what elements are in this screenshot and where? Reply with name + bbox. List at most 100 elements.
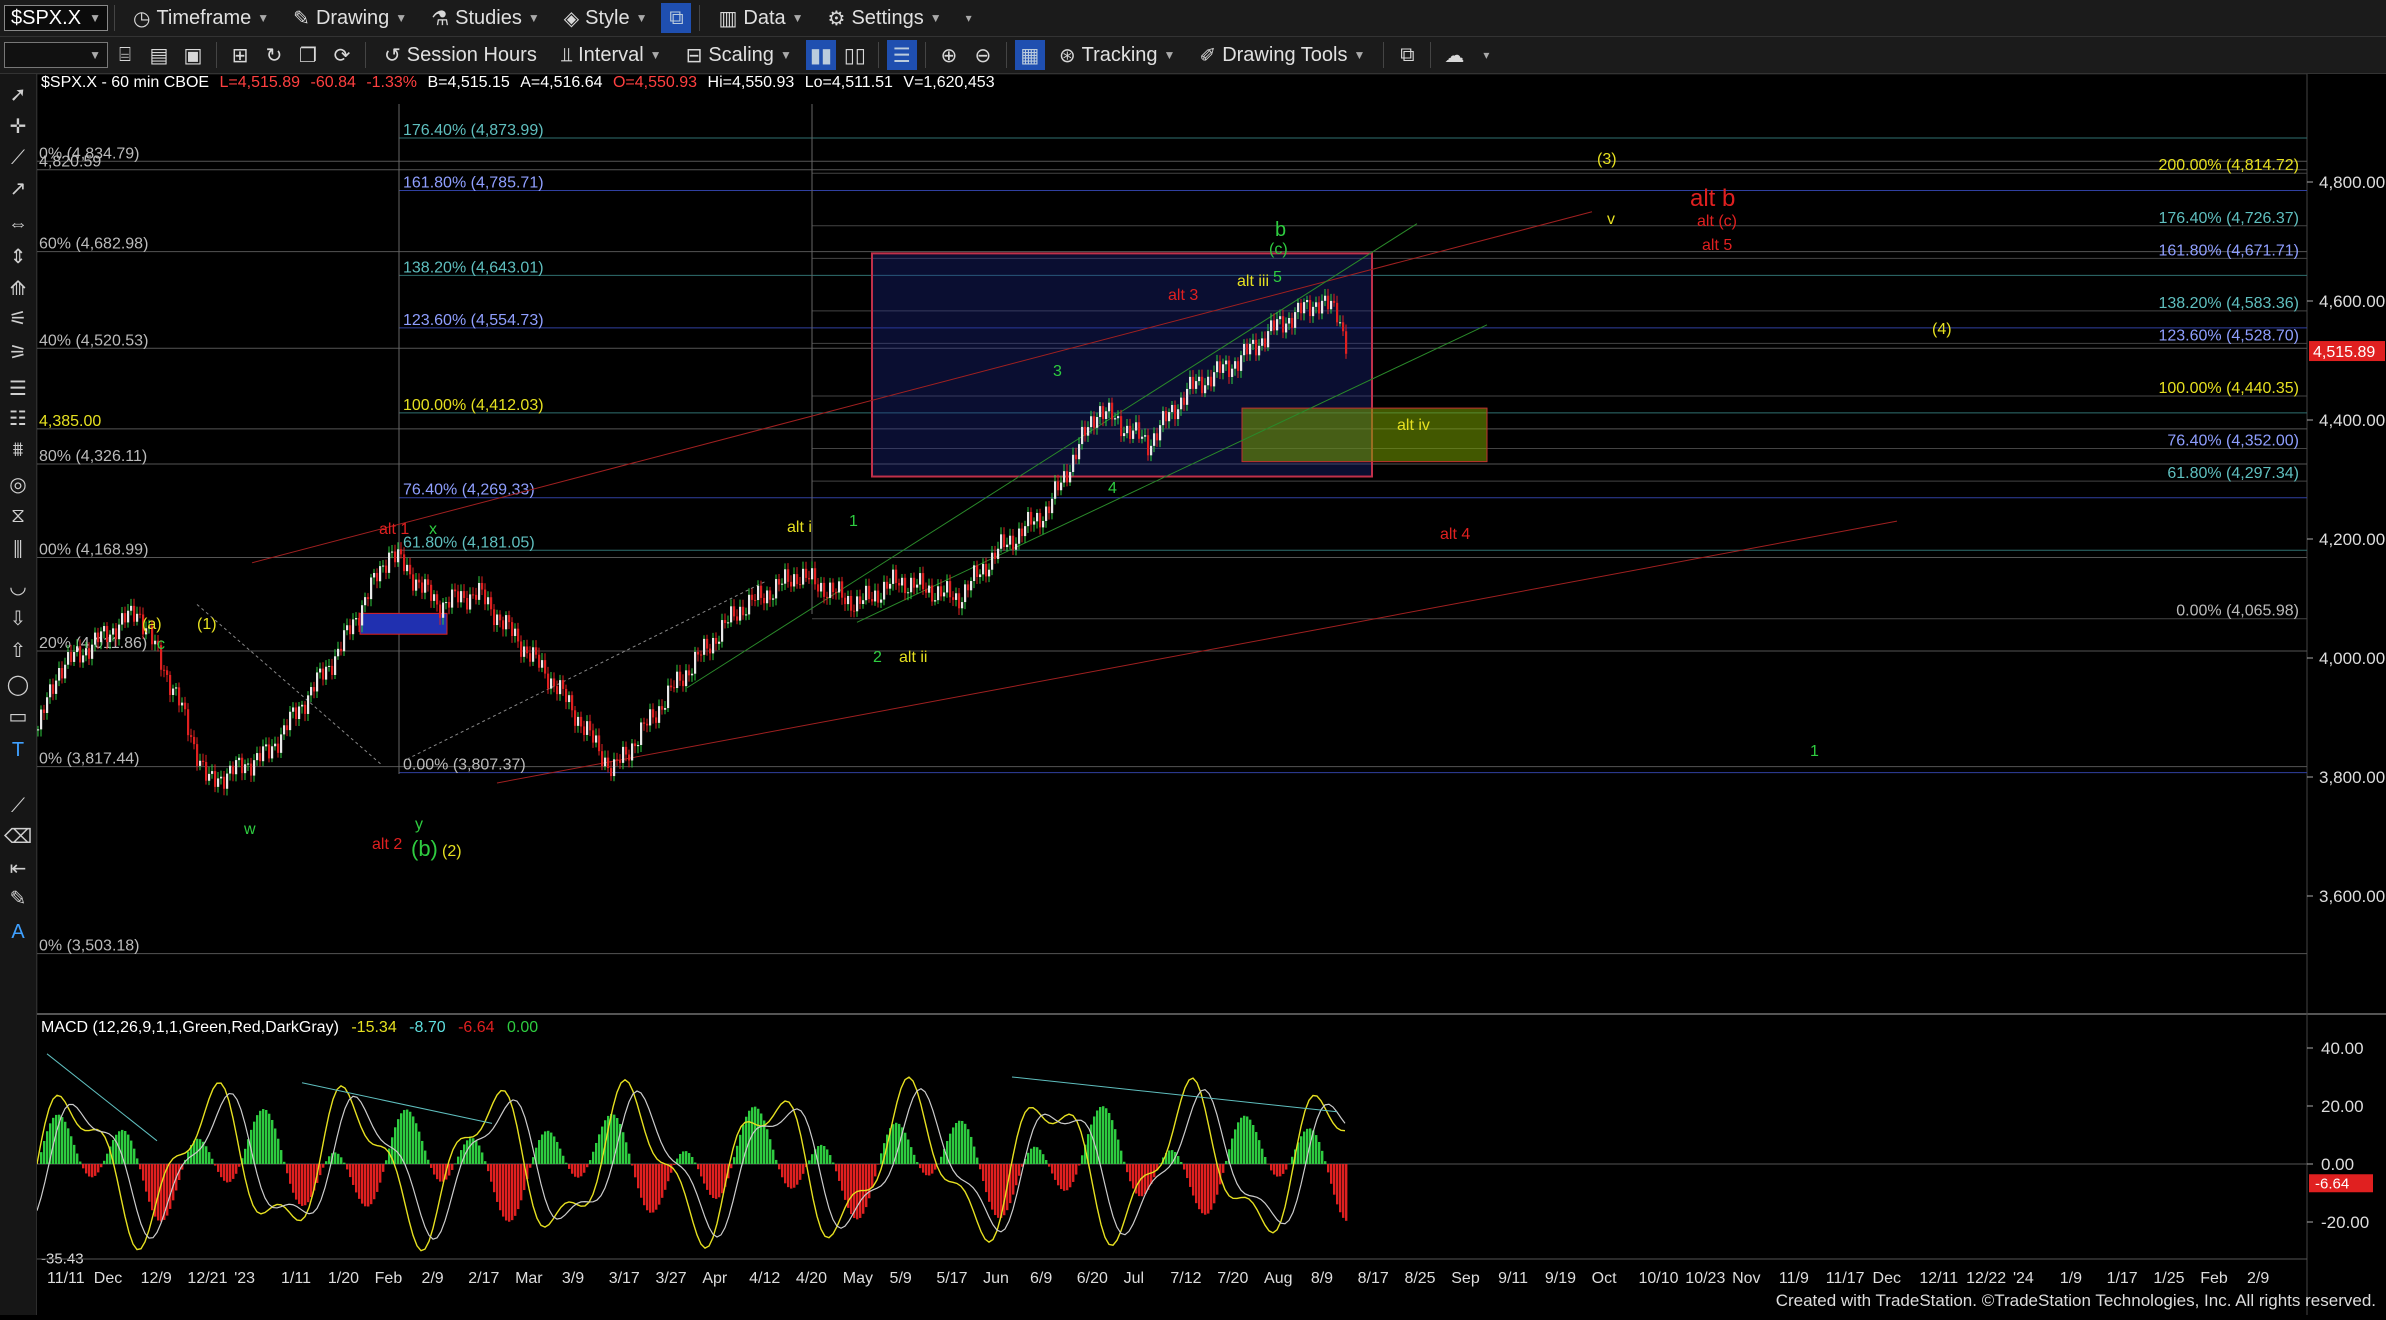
chart-type-icon[interactable]: ⧉ (661, 3, 691, 33)
drawing-menu[interactable]: ✎Drawing▼ (281, 0, 419, 36)
bar-icon[interactable]: ▯▯ (840, 40, 870, 70)
print-icon[interactable]: ▣ (178, 40, 208, 70)
fib-label: 123.60% (4,554.73) (403, 312, 544, 329)
channel-icon[interactable]: ⟰ (3, 274, 33, 302)
up-arrow-icon[interactable]: ⇧ (3, 636, 33, 664)
macd-histogram-bar (1261, 1149, 1263, 1164)
drawing-tools-menu[interactable]: ✐Drawing Tools▼ (1187, 37, 1377, 73)
grid-icon[interactable]: ▦ (1015, 40, 1045, 70)
candle-body (640, 722, 642, 745)
candle-body (166, 670, 168, 675)
text-color-icon[interactable]: A (3, 918, 33, 946)
insert-study-icon[interactable]: ⧉ (1392, 40, 1422, 70)
fib-time-icon[interactable]: ☷ (3, 404, 33, 432)
macd-histogram-bar (430, 1164, 432, 1168)
symbol-input[interactable]: $SPX.X ▼ (4, 5, 108, 31)
vertical-line-icon[interactable]: ⇕ (3, 242, 33, 270)
candle-body (1258, 346, 1260, 356)
macd-histogram-bar (115, 1135, 117, 1164)
time-axis-label: '24 (2013, 1270, 2034, 1287)
chat-icon[interactable]: ☁ (1439, 40, 1469, 70)
macd-histogram-bar (808, 1160, 810, 1164)
candle-body (748, 595, 750, 615)
wave-label: w (243, 821, 256, 838)
settings-menu[interactable]: ⚙Settings▼ (816, 0, 954, 36)
candle-body (223, 777, 225, 789)
regression-icon[interactable]: ⫼ (3, 536, 33, 564)
guide-line (197, 604, 382, 765)
candle-icon[interactable]: ▮▮ (806, 40, 836, 70)
macd-histogram-bar (415, 1123, 417, 1164)
data-menu[interactable]: ▥Data▼ (706, 0, 815, 36)
cycle-icon[interactable]: ⧖ (3, 502, 33, 530)
more-menu[interactable]: ▾ (1471, 37, 1501, 73)
text-tool-icon[interactable]: T (3, 736, 33, 764)
link-icon[interactable]: ⌸ (110, 40, 140, 70)
macd-histogram-bar (67, 1128, 69, 1164)
pointer-icon[interactable]: ➚ (3, 80, 33, 108)
fibonacci-icon[interactable]: ⚟ (3, 304, 33, 332)
macd-histogram-bar (871, 1164, 873, 1188)
studies-menu[interactable]: ⚗Studies▼ (419, 0, 552, 36)
ellipse-icon[interactable]: ◯ (3, 670, 33, 698)
macd-histogram-bar (1168, 1150, 1170, 1164)
candle-body (1321, 301, 1323, 314)
session-hours-menu[interactable]: ↺Session Hours (372, 37, 549, 73)
candle-body (289, 712, 291, 730)
macd-histogram-bar (1120, 1151, 1122, 1164)
macd-histogram-bar (1285, 1164, 1287, 1170)
palette-icon: ◈ (564, 6, 579, 31)
speed-lines-icon[interactable]: ⩩ (3, 436, 33, 464)
macd-histogram-bar (1051, 1164, 1053, 1174)
reload-icon[interactable]: ⟳ (327, 40, 357, 70)
analysis-icon[interactable]: ⊞ (225, 40, 255, 70)
ray-icon[interactable]: ↗ (3, 174, 33, 202)
style-menu[interactable]: ◈Style▼ (552, 0, 660, 36)
interval-menu[interactable]: ⫫Interval▼ (549, 37, 674, 73)
candle-body (1183, 398, 1185, 405)
trendline-icon[interactable]: ⟋ (3, 144, 33, 172)
paint-icon[interactable]: ✎ (3, 884, 33, 912)
candle-body (631, 743, 633, 760)
candle-body (415, 580, 417, 591)
time-axis-label: 12/11 (1919, 1270, 1958, 1287)
chart-area[interactable]: 4,800.004,600.004,400.004,200.004,000.00… (37, 74, 2386, 1315)
macd-histogram-bar (97, 1164, 99, 1172)
gann-icon[interactable]: ◎ (3, 470, 33, 498)
rectangle-icon[interactable]: ▭ (3, 702, 33, 730)
down-arrow-icon[interactable]: ⇩ (3, 604, 33, 632)
chart-canvas[interactable]: 4,800.004,600.004,400.004,200.004,000.00… (37, 74, 2386, 1315)
more-menu[interactable]: ▾ (954, 0, 984, 36)
zoom-out-icon[interactable]: ⊖ (968, 40, 998, 70)
compare-icon[interactable]: ☰ (887, 40, 917, 70)
candle-body (871, 599, 873, 601)
macd-histogram-bar (1258, 1140, 1260, 1164)
wave-label: (4) (1932, 321, 1952, 338)
candle-body (1270, 320, 1272, 331)
refresh-icon[interactable]: ↻ (259, 40, 289, 70)
zoom-in-icon[interactable]: ⊕ (934, 40, 964, 70)
timeframe-menu[interactable]: ◷Timeframe▼ (121, 0, 281, 36)
fib-extension-icon[interactable]: ☰ (3, 374, 33, 402)
template-icon[interactable]: ▤ (144, 40, 174, 70)
layers-icon[interactable]: ❐ (293, 40, 323, 70)
link-selector[interactable]: ▼ (4, 42, 108, 68)
candle-body (394, 552, 396, 563)
candle-body (583, 726, 585, 734)
macd-axis-label: 0.00 (2321, 1155, 2354, 1174)
macd-histogram-bar (982, 1164, 984, 1181)
price-projection-icon[interactable]: ⇤ (3, 854, 33, 882)
ruler-icon[interactable]: ⟋ (3, 792, 33, 820)
candle-body (1015, 544, 1017, 550)
candle-body (607, 758, 609, 768)
eraser-icon[interactable]: ⌫ (3, 822, 33, 850)
candle-body (70, 652, 72, 662)
scaling-menu[interactable]: ⊟Scaling▼ (674, 37, 804, 73)
arc-icon[interactable]: ◡ (3, 572, 33, 600)
chevron-down-icon: ▼ (1164, 48, 1176, 62)
crosshair-icon[interactable]: ✛ (3, 112, 33, 140)
tracking-menu[interactable]: ⊛Tracking▼ (1047, 37, 1188, 73)
horizontal-line-icon[interactable]: ⇔ (3, 210, 33, 238)
macd-histogram-bar (622, 1132, 624, 1164)
pitchfork-icon[interactable]: ⚞ (3, 338, 33, 366)
